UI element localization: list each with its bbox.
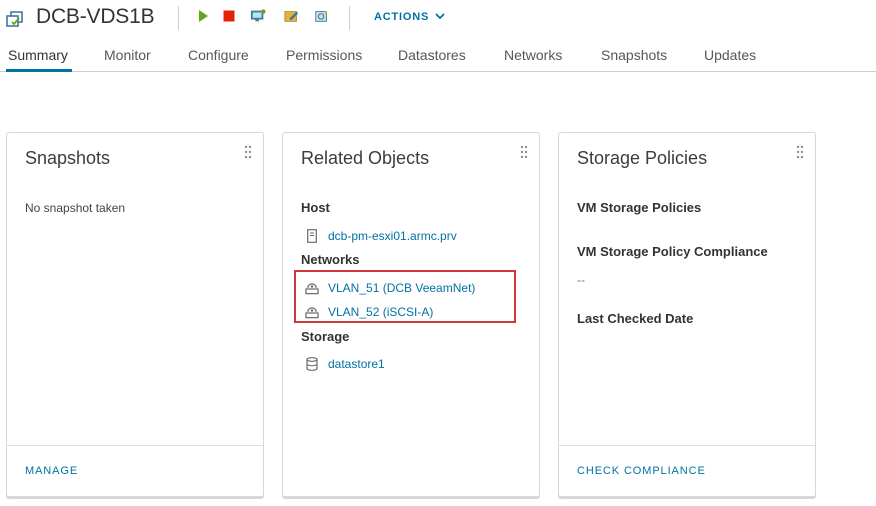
highlight-annotation <box>294 270 516 323</box>
tab-monitor[interactable]: Monitor <box>104 47 151 63</box>
last-checked-label: Last Checked Date <box>577 311 694 326</box>
tab-configure[interactable]: Configure <box>188 47 249 63</box>
snapshots-card: Snapshots No snapshot taken MANAGE <box>6 132 264 497</box>
storage-label: Storage <box>301 329 350 344</box>
storage-policies-card-title: Storage Policies <box>577 148 708 168</box>
page-title: DCB-VDS1B <box>36 5 155 28</box>
active-tab-indicator <box>6 69 72 72</box>
related-objects-card-title: Related Objects <box>301 148 430 168</box>
snapshots-card-footer: MANAGE <box>7 445 263 496</box>
drag-handle-icon[interactable] <box>244 145 252 159</box>
power-on-icon[interactable] <box>195 8 211 24</box>
vm-icon <box>5 9 25 29</box>
networks-label: Networks <box>301 252 360 267</box>
snapshot-icon[interactable] <box>314 8 330 24</box>
drag-handle-icon[interactable] <box>796 145 804 159</box>
chevron-down-icon <box>435 11 445 23</box>
tab-permissions[interactable]: Permissions <box>286 47 362 63</box>
host-label: Host <box>301 200 330 215</box>
edit-settings-icon[interactable] <box>284 8 300 24</box>
snapshots-card-title: Snapshots <box>25 148 111 168</box>
no-snapshot-text: No snapshot taken <box>25 201 126 215</box>
check-compliance-link[interactable]: CHECK COMPLIANCE <box>577 465 706 477</box>
storage-policies-card-footer: CHECK COMPLIANCE <box>559 445 815 496</box>
datastore-link-text[interactable]: datastore1 <box>328 357 385 371</box>
storage-policies-card: Storage Policies VM Storage Policies VM … <box>558 132 816 497</box>
host-link-text[interactable]: dcb-pm-esxi01.armc.prv <box>328 229 457 243</box>
actions-label: ACTIONS <box>374 11 430 23</box>
toolbar-divider-2 <box>349 6 350 30</box>
tab-summary[interactable]: Summary <box>8 47 68 63</box>
tab-bar: Summary Monitor Configure Permissions Da… <box>0 42 876 72</box>
console-icon[interactable] <box>250 8 266 24</box>
tab-snapshots[interactable]: Snapshots <box>601 47 667 63</box>
toolbar-divider <box>178 6 179 30</box>
policy-compliance-value: -- <box>577 273 585 287</box>
manage-link[interactable]: MANAGE <box>25 465 78 477</box>
tab-networks[interactable]: Networks <box>504 47 562 63</box>
drag-handle-icon[interactable] <box>520 145 528 159</box>
vm-storage-policies-label: VM Storage Policies <box>577 200 702 215</box>
host-link[interactable]: dcb-pm-esxi01.armc.prv <box>305 229 457 243</box>
power-off-icon[interactable] <box>221 8 237 24</box>
tab-datastores[interactable]: Datastores <box>398 47 466 63</box>
policy-compliance-label: VM Storage Policy Compliance <box>577 244 768 259</box>
host-server-icon <box>305 229 319 243</box>
object-header: DCB-VDS1B ACTIONS <box>0 0 876 38</box>
actions-menu-button[interactable]: ACTIONS <box>374 11 445 23</box>
datastore-link[interactable]: datastore1 <box>305 357 385 371</box>
tab-updates[interactable]: Updates <box>704 47 756 63</box>
datastore-icon <box>305 357 319 371</box>
